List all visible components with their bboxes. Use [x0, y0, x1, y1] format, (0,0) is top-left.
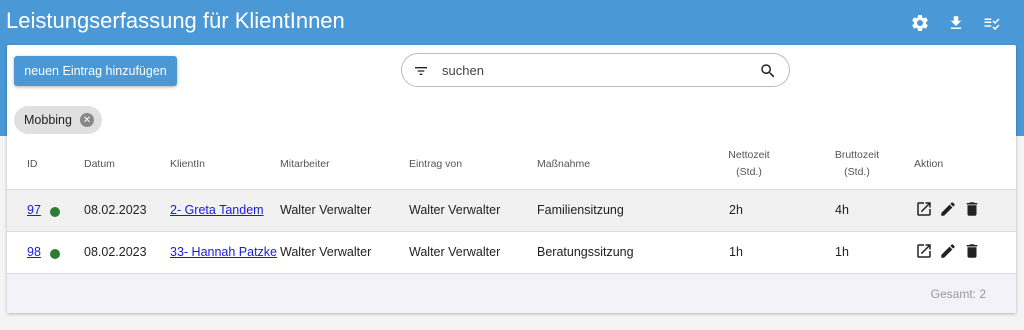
delete-icon[interactable] [963, 200, 981, 218]
gear-icon[interactable] [902, 11, 938, 35]
header-klient: KlientIn [170, 158, 206, 170]
edit-icon[interactable] [939, 200, 957, 218]
row-massnahme: Beratungssitzung [537, 245, 634, 259]
header-mitarbeiter: Mitarbeiter [280, 158, 330, 170]
open-external-icon[interactable] [915, 242, 933, 260]
chip-remove-icon[interactable]: ✕ [79, 113, 94, 127]
download-icon[interactable] [938, 11, 974, 35]
row-eintrag-von: Walter Verwalter [409, 245, 501, 259]
checklist-icon[interactable] [974, 11, 1010, 35]
search-icon[interactable] [759, 62, 777, 85]
row-id: 98 [27, 245, 41, 259]
header-bruttozeit: Bruttozeit (Std.) [829, 147, 885, 181]
page-title: Leistungserfassung für KlientInnen [6, 8, 345, 33]
total-count: Gesamt: 2 [930, 287, 986, 301]
filter-chip: Mobbing ✕ [14, 106, 102, 134]
row-nettozeit: 2h [729, 203, 743, 217]
edit-icon[interactable] [939, 242, 957, 260]
row-actions [915, 242, 981, 260]
header-nettozeit-unit: (Std.) [736, 166, 762, 178]
header-bruttozeit-label: Bruttozeit [834, 149, 880, 161]
header-nettozeit: Nettozeit (Std.) [721, 147, 777, 181]
toolbar-icons [902, 11, 1010, 35]
header-id: ID [27, 158, 38, 170]
row-klient: 2- Greta Tandem [170, 203, 264, 217]
row-klient-link[interactable]: 2- Greta Tandem [170, 203, 264, 217]
table-row: 97 08.02.2023 2- Greta Tandem Walter Ver… [7, 189, 1016, 231]
row-bruttozeit: 1h [835, 245, 849, 259]
table-footer: Gesamt: 2 [7, 273, 1016, 313]
header-aktion: Aktion [914, 158, 944, 170]
header-massnahme: Maßnahme [537, 158, 591, 170]
row-nettozeit: 1h [729, 245, 743, 259]
row-klient-link[interactable]: 33- Hannah Patzke [170, 245, 277, 259]
row-eintrag-von: Walter Verwalter [409, 203, 501, 217]
row-id: 97 [27, 203, 41, 217]
delete-icon[interactable] [963, 242, 981, 260]
row-bruttozeit: 4h [835, 203, 849, 217]
main-card: neuen Eintrag hinzufügen Mobbing ✕ ID Da… [7, 45, 1016, 313]
header-bruttozeit-unit: (Std.) [844, 166, 870, 178]
header-datum: Datum [84, 158, 115, 170]
search-input[interactable] [442, 60, 742, 80]
row-id-link[interactable]: 98 [27, 245, 41, 259]
row-id-link[interactable]: 97 [27, 203, 41, 217]
row-mitarbeiter: Walter Verwalter [280, 245, 372, 259]
status-dot [50, 249, 60, 259]
table-row: 98 08.02.2023 33- Hannah Patzke Walter V… [7, 231, 1016, 273]
row-klient: 33- Hannah Patzke [170, 245, 277, 259]
filter-icon[interactable] [412, 63, 430, 84]
search-box [401, 53, 790, 87]
row-datum: 08.02.2023 [84, 203, 147, 217]
add-entry-button[interactable]: neuen Eintrag hinzufügen [14, 56, 177, 86]
row-mitarbeiter: Walter Verwalter [280, 203, 372, 217]
filter-chip-label: Mobbing [24, 113, 72, 127]
header-eintrag-von: Eintrag von [409, 158, 463, 170]
row-actions [915, 200, 981, 218]
status-dot [50, 207, 60, 217]
header-nettozeit-label: Nettozeit [728, 149, 770, 161]
row-datum: 08.02.2023 [84, 245, 147, 259]
row-massnahme: Familiensitzung [537, 203, 624, 217]
open-external-icon[interactable] [915, 200, 933, 218]
